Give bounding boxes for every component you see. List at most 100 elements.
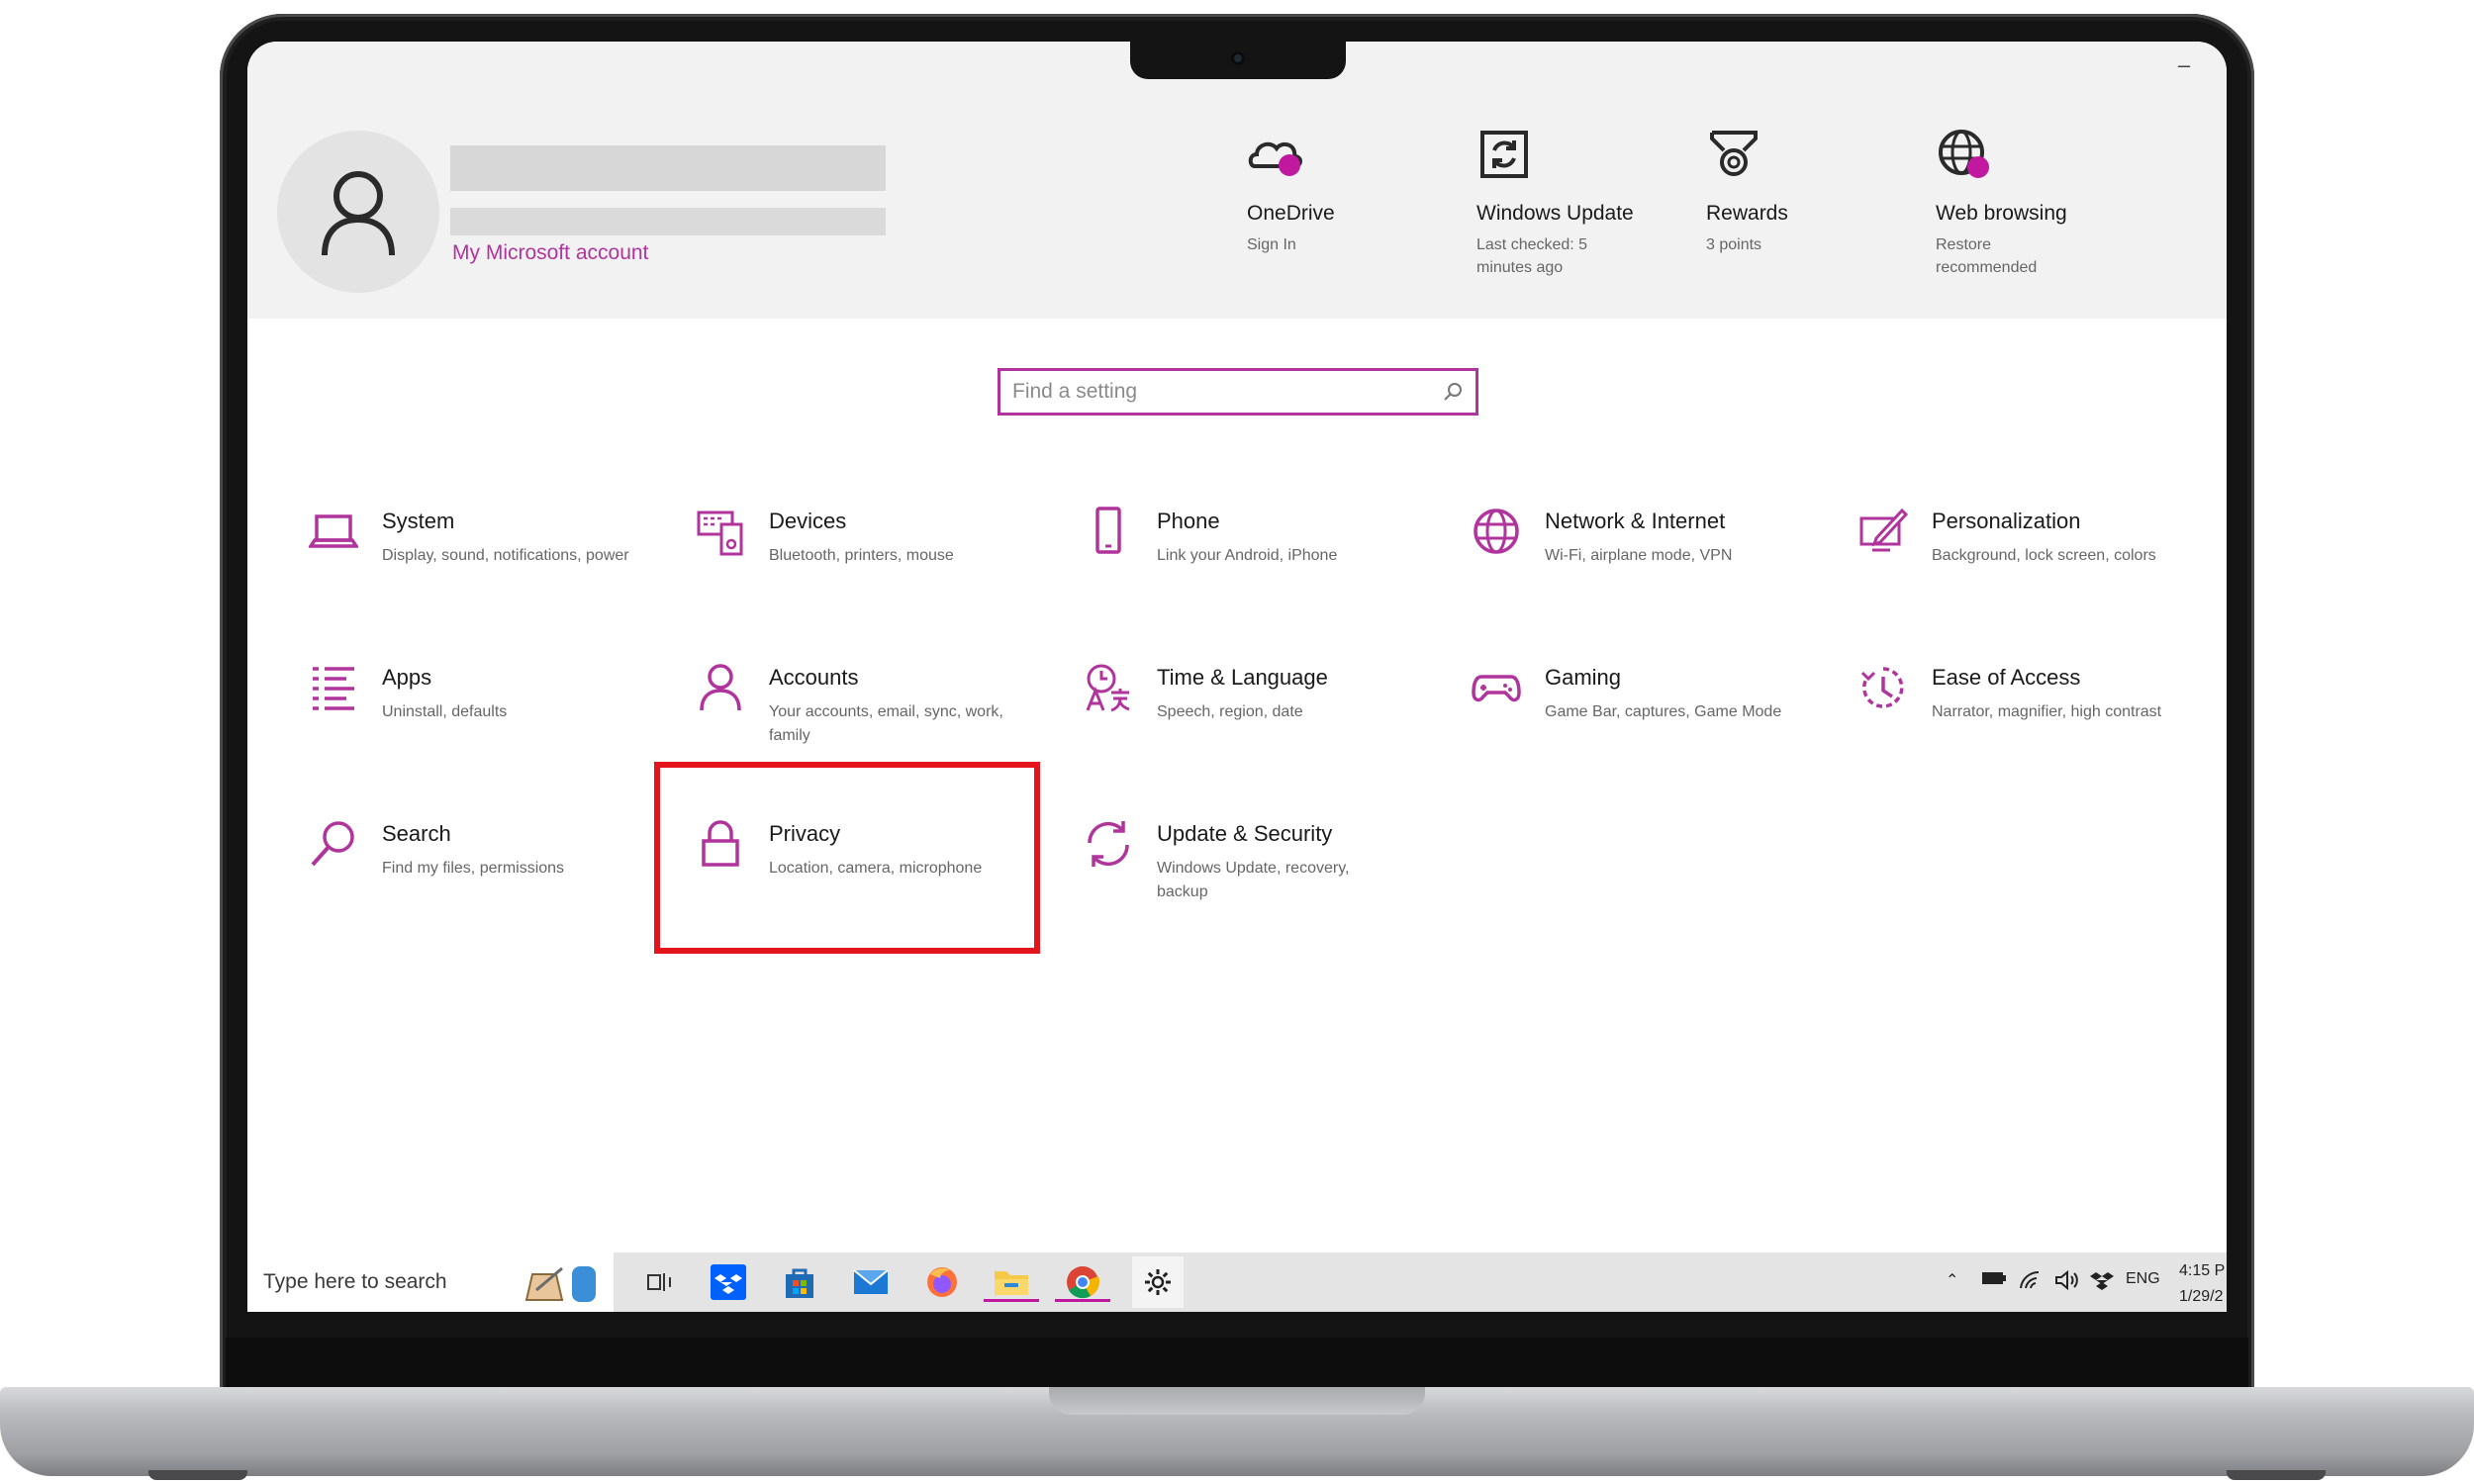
find-setting-box[interactable] (998, 368, 1478, 416)
category-description: Wi-Fi, airplane mode, VPN (1545, 547, 1733, 564)
quick-onedrive[interactable]: OneDrive Sign In (1247, 127, 1465, 256)
minimize-button[interactable]: – (2171, 54, 2197, 76)
active-app-indicator (1055, 1299, 1110, 1302)
mail-icon[interactable] (851, 1262, 891, 1302)
quick-windows-update[interactable]: Windows Update Last checked: 5 minutes a… (1476, 127, 1694, 279)
quick-subtitle: Last checked: 5 minutes ago (1476, 236, 1588, 276)
quick-title: OneDrive (1247, 202, 1335, 225)
dropbox-tray-icon[interactable] (2090, 1270, 2114, 1297)
category-title: Gaming (1545, 665, 1622, 690)
time-language-icon (1076, 663, 1141, 728)
my-microsoft-account-link[interactable]: My Microsoft account (452, 241, 648, 265)
active-app-indicator (984, 1299, 1039, 1302)
taskbar-search-box[interactable]: Type here to search (247, 1252, 614, 1312)
category-search[interactable]: Search Find my files, permissions (301, 819, 657, 948)
category-title: Devices (769, 509, 847, 533)
user-avatar-icon (322, 171, 395, 256)
dropbox-icon[interactable] (709, 1262, 748, 1302)
quick-subtitle: Sign In (1247, 236, 1296, 253)
category-title: System (382, 509, 455, 533)
taskbar-search-placeholder: Type here to search (263, 1270, 447, 1293)
search-icon[interactable] (1442, 381, 1464, 403)
devices-icon (688, 507, 753, 572)
category-title: Network & Internet (1545, 509, 1726, 533)
category-title: Personalization (1932, 509, 2081, 533)
category-personalization[interactable]: Personalization Background, lock screen, … (1851, 507, 2207, 635)
chevron-up-icon[interactable]: ⌃ (1946, 1270, 1958, 1290)
firefox-icon[interactable] (922, 1262, 962, 1302)
category-description: Link your Android, iPhone (1157, 547, 1338, 564)
person-icon (688, 663, 753, 728)
webcam (1231, 51, 1245, 65)
category-phone[interactable]: Phone Link your Android, iPhone (1076, 507, 1432, 635)
quick-title: Web browsing (1936, 202, 2067, 225)
settings-gear-icon[interactable] (1132, 1256, 1184, 1308)
wifi-icon[interactable] (2019, 1270, 2043, 1295)
category-description: Uninstall, defaults (382, 703, 508, 720)
category-system[interactable]: System Display, sound, notifications, pow… (301, 507, 657, 635)
task-view-icon[interactable] (639, 1262, 679, 1302)
web-browsing-icon (1936, 127, 1995, 186)
laptop-foot (148, 1470, 247, 1480)
quick-title: Windows Update (1476, 202, 1634, 225)
category-title: Time & Language (1157, 665, 1328, 690)
file-explorer-icon[interactable] (984, 1262, 1039, 1302)
laptop-bezel-bottom (226, 1338, 2248, 1389)
ease-of-access-icon (1851, 663, 1916, 728)
sync-icon (1076, 819, 1141, 884)
search-highlight-icon (523, 1260, 602, 1312)
quick-title: Rewards (1706, 202, 1788, 225)
laptop-foot (2227, 1470, 2326, 1480)
category-description: Windows Update, recovery, backup (1157, 860, 1350, 900)
category-description: Find my files, permissions (382, 860, 565, 877)
category-description: Bluetooth, printers, mouse (769, 547, 954, 564)
clock-time: 4:15 P (2179, 1262, 2226, 1279)
magnifier-icon (301, 819, 366, 884)
category-title: Search (382, 821, 451, 846)
quick-subtitle: Restore recommended (1936, 236, 2038, 276)
category-devices[interactable]: Devices Bluetooth, printers, mouse (688, 507, 1044, 635)
clock-date: 1/29/2 (2179, 1288, 2224, 1305)
windows-update-icon (1476, 127, 1536, 186)
category-description: Background, lock screen, colors (1932, 547, 2156, 564)
privacy-highlight-box (654, 762, 1040, 954)
onedrive-icon (1247, 127, 1306, 186)
avatar[interactable] (277, 131, 439, 293)
globe-icon (1464, 507, 1529, 572)
category-update-security[interactable]: Update & Security Windows Update, recover… (1076, 819, 1432, 948)
redacted-user-email (450, 208, 886, 235)
personalization-icon (1851, 507, 1916, 572)
category-title: Ease of Access (1932, 665, 2081, 690)
settings-window: My Microsoft account OneDrive Sign In Wi… (247, 42, 2227, 1312)
find-setting-input[interactable] (1012, 380, 1442, 404)
category-title: Update & Security (1157, 821, 1333, 846)
category-apps[interactable]: Apps Uninstall, defaults (301, 663, 657, 791)
category-title: Apps (382, 665, 432, 690)
language-indicator[interactable]: ENG (2126, 1270, 2160, 1288)
category-description: Speech, region, date (1157, 703, 1303, 720)
phone-icon (1076, 507, 1141, 572)
chrome-icon[interactable] (1055, 1262, 1110, 1302)
volume-icon[interactable] (2054, 1269, 2080, 1295)
quick-web-browsing[interactable]: Web browsing Restore recommended (1936, 127, 2153, 279)
apps-list-icon (301, 663, 366, 728)
category-description: Your accounts, email, sync, work, family (769, 703, 1003, 744)
battery-icon[interactable] (1981, 1270, 2007, 1291)
category-time-language[interactable]: Time & Language Speech, region, date (1076, 663, 1432, 791)
category-title: Accounts (769, 665, 859, 690)
clock[interactable]: 4:15 P 1/29/2 (2179, 1258, 2225, 1310)
category-description: Display, sound, notifications, power (382, 547, 629, 564)
category-description: Narrator, magnifier, high contrast (1932, 703, 2162, 720)
gamepad-icon (1464, 663, 1529, 728)
category-network-internet[interactable]: Network & Internet Wi-Fi, airplane mode, … (1464, 507, 1820, 635)
redacted-user-name (450, 145, 886, 191)
account-header: My Microsoft account OneDrive Sign In Wi… (247, 42, 2227, 319)
category-gaming[interactable]: Gaming Game Bar, captures, Game Mode (1464, 663, 1820, 791)
category-description: Game Bar, captures, Game Mode (1545, 703, 1782, 720)
laptop-icon (301, 507, 366, 572)
laptop-opening-notch (1049, 1387, 1425, 1415)
rewards-icon (1706, 127, 1765, 186)
store-icon[interactable] (780, 1262, 819, 1302)
quick-rewards[interactable]: Rewards 3 points (1706, 127, 1924, 256)
category-ease-of-access[interactable]: Ease of Access Narrator, magnifier, high … (1851, 663, 2207, 791)
